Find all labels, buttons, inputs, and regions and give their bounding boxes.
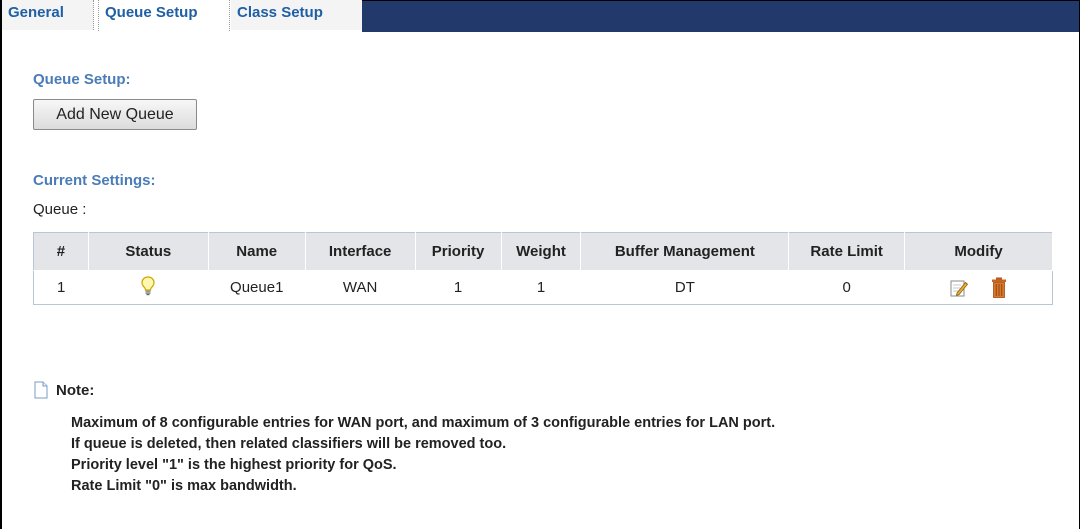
queue-table: # Status Name Interface Priority Weight …	[33, 232, 1053, 305]
cell-status	[88, 270, 209, 305]
note-label: Note:	[56, 382, 95, 399]
cell-name: Queue1	[208, 270, 306, 305]
note-icon	[34, 381, 48, 404]
note-line: Priority level "1" is the highest priori…	[71, 457, 397, 473]
current-settings-title: Current Settings:	[33, 172, 156, 189]
note-list: Maximum of 8 configurable entries for WA…	[71, 413, 775, 497]
note-line: Rate Limit "0" is max bandwidth.	[71, 478, 297, 494]
note-line: If queue is deleted, then related classi…	[71, 436, 507, 452]
queue-setup-title: Queue Setup:	[33, 71, 131, 88]
note-line: Maximum of 8 configurable entries for WA…	[71, 415, 776, 431]
cell-interface: WAN	[305, 270, 416, 305]
tab-bar: General Queue Setup Class Setup	[2, 0, 1079, 32]
add-new-queue-button[interactable]: Add New Queue	[33, 99, 197, 130]
cell-buffer-management: DT	[580, 270, 789, 305]
column-header-index: #	[33, 232, 89, 271]
tab-class-setup-label: Class Setup	[237, 4, 323, 21]
delete-icon[interactable]	[991, 277, 1007, 298]
edit-icon[interactable]	[949, 278, 969, 298]
tab-general-label: General	[8, 4, 64, 21]
table-row: 1 Queue1 WAN 1 1 DT 0	[33, 270, 1053, 305]
tab-class-setup[interactable]: Class Setup	[231, 0, 362, 30]
column-header-interface: Interface	[305, 232, 416, 271]
cell-index: 1	[33, 270, 89, 305]
table-header-row: # Status Name Interface Priority Weight …	[33, 232, 1053, 271]
lightbulb-icon	[141, 275, 155, 300]
cell-weight: 1	[501, 270, 581, 305]
column-header-priority: Priority	[415, 232, 502, 271]
column-header-weight: Weight	[501, 232, 582, 271]
column-header-name: Name	[208, 232, 306, 271]
column-header-rate-limit: Rate Limit	[788, 232, 906, 271]
queue-label: Queue :	[33, 201, 87, 218]
tab-queue-setup[interactable]: Queue Setup	[98, 0, 230, 31]
column-header-buffer-management: Buffer Management	[580, 232, 790, 271]
tab-queue-setup-label: Queue Setup	[105, 4, 198, 21]
cell-modify	[904, 270, 1053, 305]
cell-priority: 1	[415, 270, 502, 305]
tab-general[interactable]: General	[2, 0, 94, 30]
cell-rate-limit: 0	[788, 270, 905, 305]
column-header-status: Status	[88, 232, 209, 271]
tab-bar-fill	[362, 0, 1079, 32]
column-header-modify: Modify	[904, 232, 1053, 271]
